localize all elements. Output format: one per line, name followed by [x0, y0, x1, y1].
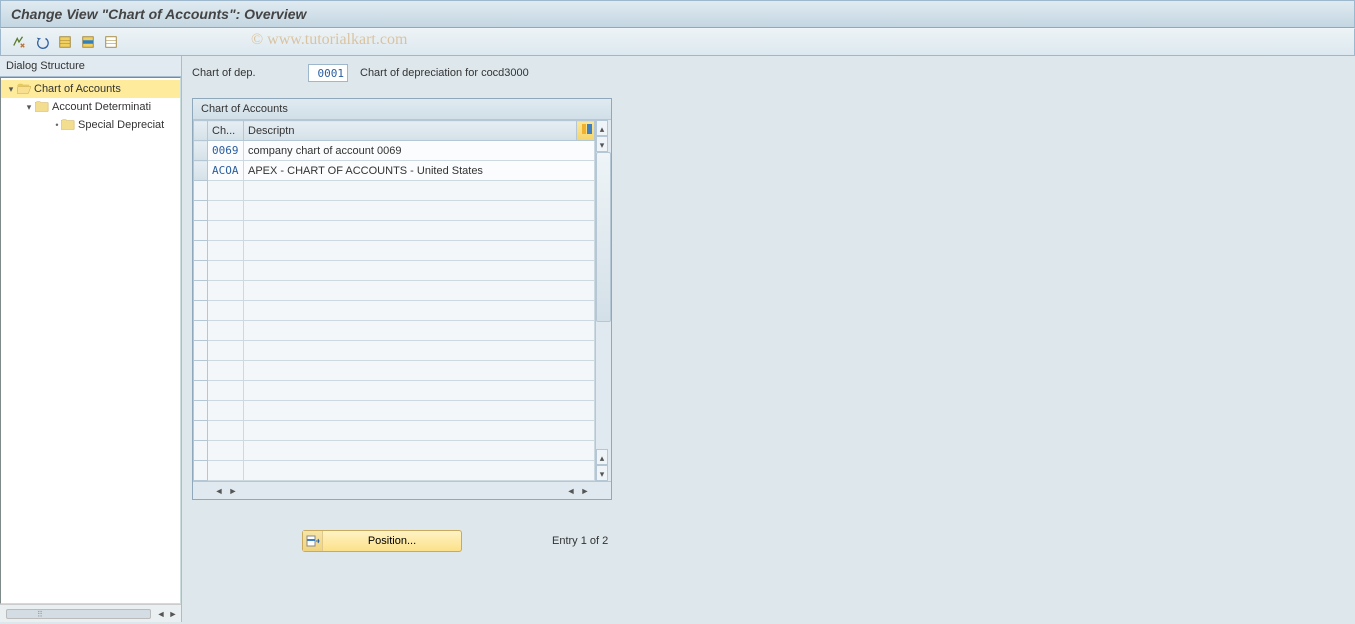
- row-selector[interactable]: [194, 181, 208, 201]
- folder-icon: [61, 119, 75, 131]
- tree-label: Account Determinati: [52, 101, 151, 113]
- sidebar-title: Dialog Structure: [0, 56, 181, 77]
- bullet-icon: •: [49, 120, 61, 130]
- chart-of-accounts-grid: Chart of Accounts Ch... Descriptn: [192, 98, 612, 500]
- toggle-display-icon[interactable]: [9, 32, 29, 52]
- cell-desc[interactable]: APEX - CHART OF ACCOUNTS - United States: [244, 161, 595, 181]
- arrow-right-icon[interactable]: ►: [167, 608, 179, 620]
- folder-icon: [35, 101, 49, 113]
- tree-label: Special Depreciat: [78, 119, 164, 131]
- deselect-all-icon[interactable]: [101, 32, 121, 52]
- cell-desc[interactable]: company chart of account 0069: [244, 141, 595, 161]
- column-header-code[interactable]: Ch...: [208, 121, 244, 141]
- tree-node-special-depreciation[interactable]: • Special Depreciat: [1, 116, 180, 134]
- tree-view[interactable]: ▾ Chart of Accounts ▾ Account Determinat…: [0, 77, 181, 604]
- row-selector[interactable]: [194, 461, 208, 481]
- table-row-empty[interactable]: [194, 461, 595, 481]
- table-row-empty[interactable]: [194, 401, 595, 421]
- scroll-thumb[interactable]: [596, 152, 611, 322]
- row-selector[interactable]: [194, 221, 208, 241]
- row-selector[interactable]: [194, 161, 208, 181]
- undo-icon[interactable]: [32, 32, 52, 52]
- row-selector[interactable]: [194, 141, 208, 161]
- table-settings-icon[interactable]: [577, 121, 595, 141]
- table-row-empty[interactable]: [194, 201, 595, 221]
- table-row-empty[interactable]: [194, 221, 595, 241]
- content-area: Chart of dep. Chart of depreciation for …: [182, 56, 1355, 622]
- table-row-empty[interactable]: [194, 341, 595, 361]
- table-row-empty[interactable]: [194, 361, 595, 381]
- arrow-left-icon[interactable]: ◄: [213, 485, 225, 497]
- grid-hscrollbar[interactable]: ◄ ► ◄ ►: [193, 481, 611, 499]
- scroll-thumb[interactable]: [6, 609, 151, 619]
- select-block-icon[interactable]: [78, 32, 98, 52]
- table-row[interactable]: 0069 company chart of account 0069: [194, 141, 595, 161]
- row-selector[interactable]: [194, 321, 208, 341]
- arrow-up-icon[interactable]: ▴: [596, 120, 608, 136]
- table-row-empty[interactable]: [194, 441, 595, 461]
- table-row-empty[interactable]: [194, 381, 595, 401]
- arrow-right-icon[interactable]: ►: [227, 485, 239, 497]
- field-label: Chart of dep.: [192, 67, 302, 79]
- table-row-empty[interactable]: [194, 261, 595, 281]
- table-row-empty[interactable]: [194, 281, 595, 301]
- scroll-track[interactable]: [596, 152, 611, 449]
- table-row-empty[interactable]: [194, 181, 595, 201]
- row-selector-header[interactable]: [194, 121, 208, 141]
- table-row[interactable]: ACOA APEX - CHART OF ACCOUNTS - United S…: [194, 161, 595, 181]
- row-selector[interactable]: [194, 421, 208, 441]
- watermark-text: © www.tutorialkart.com: [251, 31, 407, 49]
- arrow-left-icon[interactable]: ◄: [155, 608, 167, 620]
- grid-title: Chart of Accounts: [193, 99, 611, 120]
- select-all-icon[interactable]: [55, 32, 75, 52]
- position-label: Position...: [323, 535, 461, 547]
- cell-code[interactable]: ACOA: [208, 161, 244, 181]
- collapse-icon[interactable]: ▾: [5, 84, 17, 95]
- folder-open-icon: [17, 83, 31, 95]
- arrow-down-icon[interactable]: ▾: [596, 136, 608, 152]
- row-selector[interactable]: [194, 261, 208, 281]
- collapse-icon[interactable]: ▾: [23, 102, 35, 113]
- arrow-up-icon[interactable]: ▴: [596, 449, 608, 465]
- entry-count-text: Entry 1 of 2: [552, 535, 608, 547]
- tree-node-chart-of-accounts[interactable]: ▾ Chart of Accounts: [1, 80, 180, 98]
- row-selector[interactable]: [194, 361, 208, 381]
- chart-of-dep-field: Chart of dep. Chart of depreciation for …: [192, 64, 1345, 82]
- chart-of-dep-input[interactable]: [308, 64, 348, 82]
- row-selector[interactable]: [194, 241, 208, 261]
- sidebar-hscrollbar[interactable]: ◄ ►: [0, 604, 181, 622]
- position-icon: [303, 531, 323, 551]
- arrow-down-icon[interactable]: ▾: [596, 465, 608, 481]
- row-selector[interactable]: [194, 301, 208, 321]
- row-selector[interactable]: [194, 281, 208, 301]
- table-row-empty[interactable]: [194, 301, 595, 321]
- arrow-left-icon[interactable]: ◄: [565, 485, 577, 497]
- data-table[interactable]: Ch... Descriptn 0069 company chart of ac…: [193, 120, 595, 481]
- app-toolbar: © www.tutorialkart.com: [0, 28, 1355, 56]
- tree-label: Chart of Accounts: [34, 83, 121, 95]
- column-header-desc[interactable]: Descriptn: [244, 121, 577, 141]
- window-title: Change View "Chart of Accounts": Overvie…: [0, 0, 1355, 28]
- position-button[interactable]: Position...: [302, 530, 462, 552]
- table-row-empty[interactable]: [194, 321, 595, 341]
- arrow-right-icon[interactable]: ►: [579, 485, 591, 497]
- table-row-empty[interactable]: [194, 421, 595, 441]
- table-header-row: Ch... Descriptn: [194, 121, 595, 141]
- row-selector[interactable]: [194, 201, 208, 221]
- dialog-structure-panel: Dialog Structure ▾ Chart of Accounts ▾ A…: [0, 56, 182, 622]
- row-selector[interactable]: [194, 341, 208, 361]
- cell-code[interactable]: 0069: [208, 141, 244, 161]
- tree-node-account-determination[interactable]: ▾ Account Determinati: [1, 98, 180, 116]
- table-row-empty[interactable]: [194, 241, 595, 261]
- row-selector[interactable]: [194, 381, 208, 401]
- grid-vscrollbar[interactable]: ▴ ▾ ▴ ▾: [595, 120, 611, 481]
- row-selector[interactable]: [194, 441, 208, 461]
- row-selector[interactable]: [194, 401, 208, 421]
- field-description: Chart of depreciation for cocd3000: [360, 67, 529, 79]
- footer: Position... Entry 1 of 2: [192, 530, 1345, 552]
